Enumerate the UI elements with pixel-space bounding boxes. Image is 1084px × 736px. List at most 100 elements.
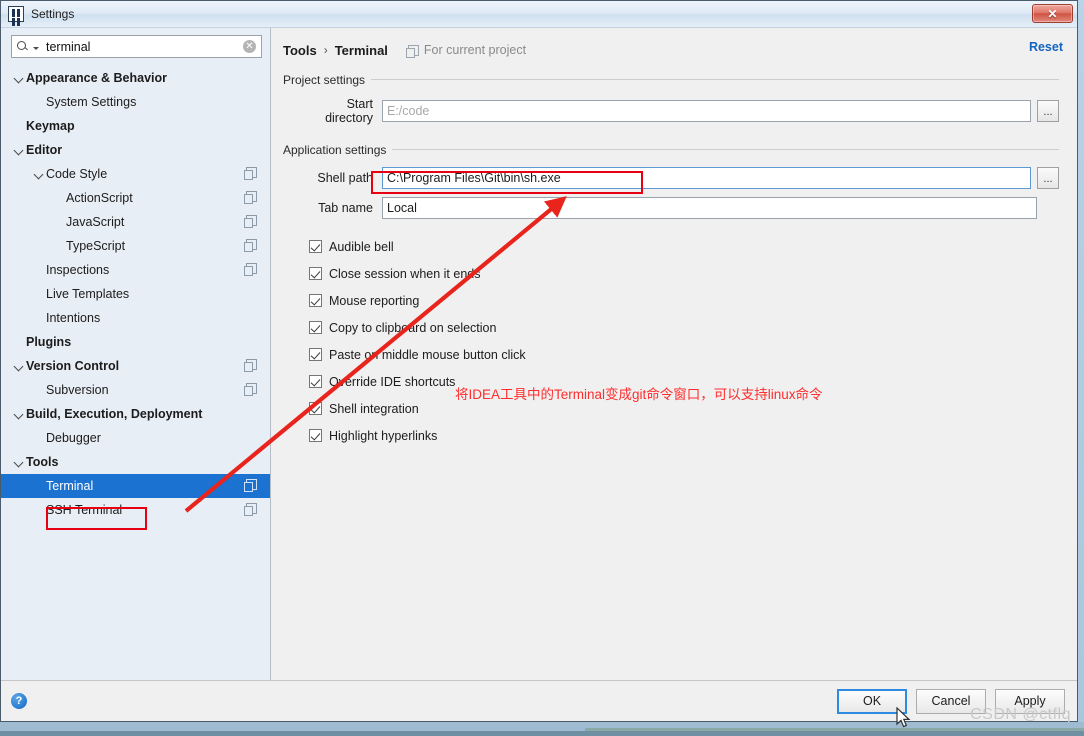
checkbox-shell-integration[interactable] <box>309 402 322 415</box>
checkbox-audible-bell[interactable] <box>309 240 322 253</box>
sidebar-item-keymap[interactable]: Keymap <box>1 114 270 138</box>
copy-icon <box>244 215 257 228</box>
search-container: ✕ <box>1 28 270 64</box>
dialog-buttons: OK Cancel Apply <box>837 688 1065 714</box>
checkbox-label: Highlight hyperlinks <box>329 428 438 443</box>
checkbox-override-ide-shortcuts[interactable] <box>309 375 322 388</box>
chevron-down-icon[interactable] <box>33 168 46 181</box>
sidebar-item-label: Inspections <box>46 263 110 277</box>
checkbox-row[interactable]: Shell integration <box>309 395 1059 422</box>
window-body: ✕ Appearance & Behavior System Settings Ke… <box>1 28 1077 680</box>
sidebar-item-plugins[interactable]: Plugins <box>1 330 270 354</box>
sidebar-item-label: Appearance & Behavior <box>26 71 168 85</box>
sidebar-item-editor[interactable]: Editor <box>1 138 270 162</box>
close-button[interactable]: ✕ <box>1032 4 1073 23</box>
checkbox-row[interactable]: Override IDE shortcuts <box>309 368 1059 395</box>
apply-button[interactable]: Apply <box>995 688 1065 714</box>
sidebar-item-label: Editor <box>26 143 63 157</box>
group-divider <box>283 79 1059 80</box>
sidebar-item-subversion[interactable]: Subversion <box>1 378 270 402</box>
screen: Settings ✕ ✕ Appearance & Behavior System… <box>0 0 1084 736</box>
checkbox-row[interactable]: Copy to clipboard on selection <box>309 314 1059 341</box>
breadcrumb-separator: › <box>323 43 328 57</box>
sidebar-item-label: SSH Terminal <box>46 503 123 517</box>
start-directory-browse-button[interactable]: ... <box>1037 100 1059 122</box>
checkbox-copy-to-clipboard-on-selection[interactable] <box>309 321 322 334</box>
application-settings-group: Application settings Shell path ... Tab … <box>283 141 1059 449</box>
checkbox-mouse-reporting[interactable] <box>309 294 322 307</box>
sidebar-item-javascript[interactable]: JavaScript <box>1 210 270 234</box>
search-icon <box>17 40 30 53</box>
sidebar-item-ssh-terminal[interactable]: SSH Terminal <box>1 498 270 522</box>
sidebar-item-build-execution-deployment[interactable]: Build, Execution, Deployment <box>1 402 270 426</box>
tab-name-input[interactable] <box>382 197 1037 219</box>
sidebar-item-debugger[interactable]: Debugger <box>1 426 270 450</box>
sidebar-item-label: Code Style <box>46 167 108 181</box>
checkbox-highlight-hyperlinks[interactable] <box>309 429 322 442</box>
settings-sidebar: ✕ Appearance & Behavior System Settings Ke… <box>1 28 271 680</box>
cancel-button[interactable]: Cancel <box>916 688 986 714</box>
checkbox-row[interactable]: Close session when it ends <box>309 260 1059 287</box>
checkbox-row[interactable]: Paste on middle mouse button click <box>309 341 1059 368</box>
ok-button[interactable]: OK <box>837 688 907 714</box>
sidebar-item-appearance-behavior[interactable]: Appearance & Behavior <box>1 66 270 90</box>
chevron-down-icon[interactable] <box>13 360 26 373</box>
sidebar-item-label: TypeScript <box>66 239 126 253</box>
start-directory-input[interactable] <box>382 100 1031 122</box>
breadcrumb-parent[interactable]: Tools <box>283 43 317 58</box>
shell-path-row: Shell path ... <box>283 167 1059 189</box>
checkbox-paste-on-middle-mouse-button-click[interactable] <box>309 348 322 361</box>
start-directory-row: Start directory ... <box>283 97 1059 125</box>
idea-icon <box>8 6 24 22</box>
sidebar-item-label: Subversion <box>46 383 109 397</box>
checkbox-label: Audible bell <box>329 239 394 254</box>
copy-icon <box>244 503 257 516</box>
window-title: Settings <box>31 7 75 21</box>
sidebar-item-label: System Settings <box>46 95 137 109</box>
reset-link[interactable]: Reset <box>1029 40 1063 54</box>
shell-path-input[interactable] <box>382 167 1031 189</box>
sidebar-item-system-settings[interactable]: System Settings <box>1 90 270 114</box>
sidebar-item-label: Intentions <box>46 311 101 325</box>
sidebar-item-label: Keymap <box>26 119 75 133</box>
sidebar-item-code-style[interactable]: Code Style <box>1 162 270 186</box>
sidebar-item-actionscript[interactable]: ActionScript <box>1 186 270 210</box>
sidebar-item-intentions[interactable]: Intentions <box>1 306 270 330</box>
sidebar-item-label: Tools <box>26 455 59 469</box>
sidebar-item-label: ActionScript <box>66 191 133 205</box>
sidebar-item-tools[interactable]: Tools <box>1 450 270 474</box>
clear-circle-icon[interactable]: ✕ <box>243 40 256 53</box>
chevron-down-icon[interactable] <box>13 72 26 85</box>
breadcrumb-current: Terminal <box>334 42 388 58</box>
scope-label: For current project <box>423 43 527 57</box>
checkbox-row[interactable]: Mouse reporting <box>309 287 1059 314</box>
help-icon[interactable]: ? <box>11 693 27 709</box>
project-settings-group: Project settings Start directory ... <box>283 71 1059 125</box>
chevron-down-icon[interactable] <box>13 408 26 421</box>
checkbox-label: Copy to clipboard on selection <box>329 320 497 335</box>
chevron-down-icon[interactable] <box>13 456 26 469</box>
copy-icon <box>244 383 257 396</box>
checkbox-row[interactable]: Audible bell <box>309 233 1059 260</box>
sidebar-item-inspections[interactable]: Inspections <box>1 258 270 282</box>
settings-tree: Appearance & Behavior System Settings Keym… <box>1 64 270 680</box>
sidebar-item-version-control[interactable]: Version Control <box>1 354 270 378</box>
tab-name-label: Tab name <box>318 201 373 215</box>
shell-path-browse-button[interactable]: ... <box>1037 167 1059 189</box>
sidebar-item-terminal[interactable]: Terminal <box>1 474 270 498</box>
chevron-down-icon[interactable] <box>13 144 26 157</box>
sidebar-item-live-templates[interactable]: Live Templates <box>1 282 270 306</box>
search-box[interactable]: ✕ <box>11 35 262 58</box>
checkbox-row[interactable]: Highlight hyperlinks <box>309 422 1059 449</box>
chevron-down-icon[interactable] <box>33 46 39 50</box>
sidebar-item-typescript[interactable]: TypeScript <box>1 234 270 258</box>
checkbox-close-session-when-it-ends[interactable] <box>309 267 322 280</box>
search-input[interactable] <box>44 38 243 55</box>
